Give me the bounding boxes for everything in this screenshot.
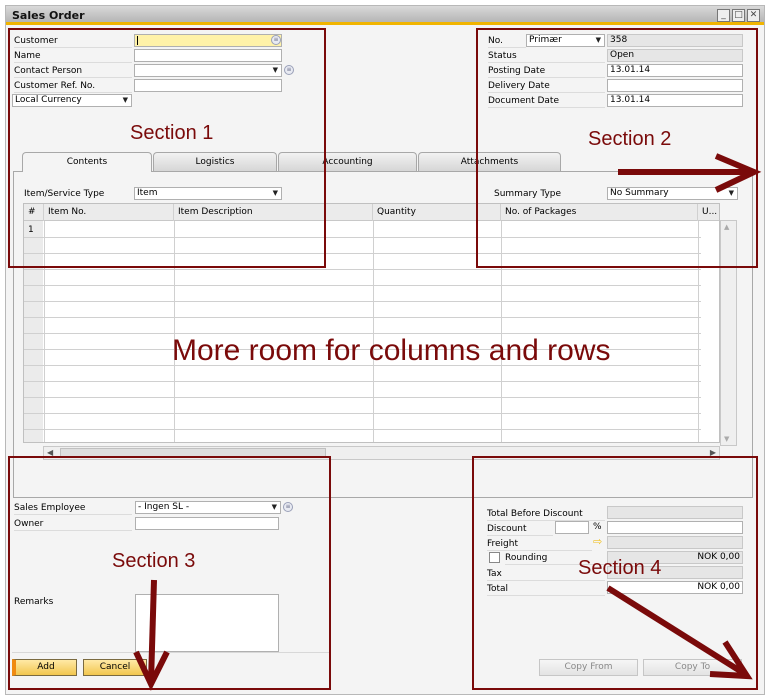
section-3-box: [8, 456, 331, 690]
grid-row-line: [24, 301, 701, 302]
tab-contents[interactable]: Contents: [22, 152, 152, 172]
grid-row-line: [24, 413, 701, 414]
maximize-button[interactable]: □: [732, 9, 745, 22]
section-3-annotation: Section 3: [112, 550, 196, 572]
grid-row-line: [24, 285, 701, 286]
section-1-box: [8, 28, 326, 268]
window-title: Sales Order: [12, 9, 85, 22]
grid-row-line: [24, 381, 701, 382]
section-2-annotation: Section 2: [588, 128, 672, 150]
center-annotation: More room for columns and rows: [172, 334, 611, 367]
title-bar[interactable]: Sales Order _ □ ✕: [6, 6, 764, 25]
grid-column-line: [373, 221, 374, 442]
scroll-down-icon[interactable]: ▼: [724, 435, 729, 443]
grid-row-line: [24, 269, 701, 270]
section-1-annotation: Section 1: [130, 122, 214, 144]
minimize-button[interactable]: _: [717, 9, 730, 22]
close-button[interactable]: ✕: [747, 9, 760, 22]
grid-row-line: [24, 397, 701, 398]
grid-row-line: [24, 429, 701, 430]
grid-row-line: [24, 317, 701, 318]
section-4-annotation: Section 4: [578, 557, 662, 579]
